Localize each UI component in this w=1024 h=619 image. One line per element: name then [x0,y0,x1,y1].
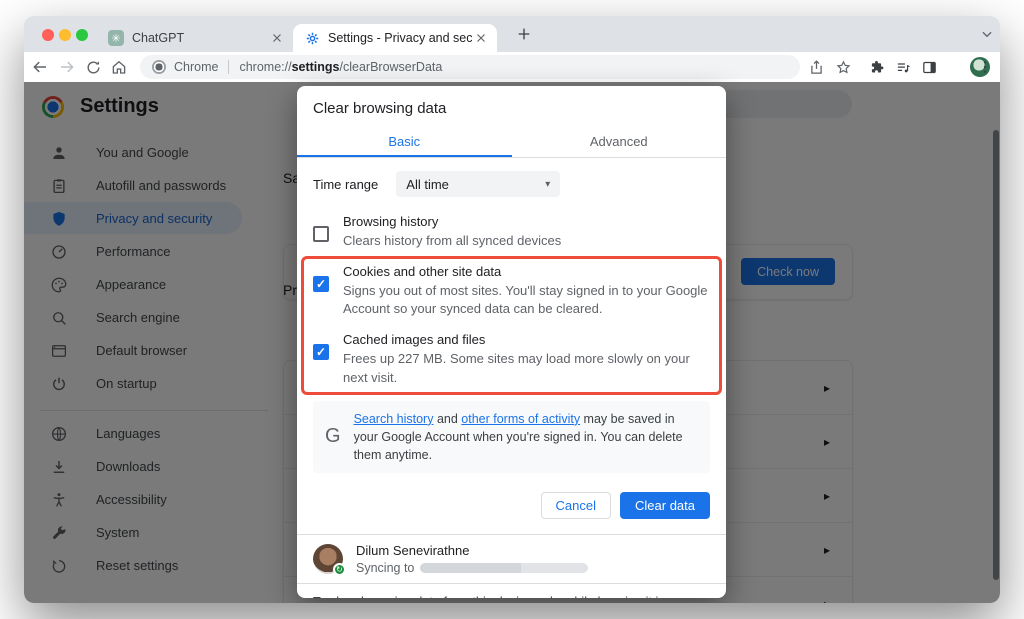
option-cached-images: ✓ Cached images and files Frees up 227 M… [313,331,710,388]
highlighted-options-group: ✓ Cookies and other site data Signs you … [313,263,710,388]
google-account-note: G Search history and other forms of acti… [313,401,710,473]
option-label: Browsing history [343,213,561,232]
share-icon[interactable] [807,58,825,76]
tab-basic[interactable]: Basic [297,126,512,157]
tab-title: Settings - Privacy and security [328,31,473,45]
desktop: ✳ ChatGPT Settings - Privacy and securit… [0,0,1024,619]
time-range-value: All time [406,177,449,192]
url-scheme: chrome:// [239,60,291,74]
option-cookies: ✓ Cookies and other site data Signs you … [313,263,710,320]
back-icon[interactable] [31,58,49,76]
browser-window: ✳ ChatGPT Settings - Privacy and securit… [24,16,1000,603]
browsing-history-checkbox[interactable] [313,226,329,242]
redacted-email [420,563,588,573]
time-range-label: Time range [313,177,378,192]
url-host: settings [292,60,340,74]
close-window-button[interactable] [42,29,54,41]
reload-icon[interactable] [84,58,102,76]
extensions-puzzle-icon[interactable] [867,58,885,76]
tab-title: ChatGPT [132,31,269,45]
user-avatar: ↻ [313,544,343,574]
dialog-tabs: Basic Advanced [297,126,726,158]
time-range-select[interactable]: All time ▾ [396,171,560,197]
option-description: Signs you out of most sites. You'll stay… [343,282,710,320]
zoom-window-button[interactable] [76,29,88,41]
note-text: Search history and other forms of activi… [354,410,698,464]
side-panel-icon[interactable] [920,58,938,76]
dialog-footer: To clear browsing data from this device … [297,584,726,598]
chatgpt-favicon-icon: ✳ [108,30,124,46]
note-fragment: and [433,412,461,426]
browser-toolbar: Chrome chrome://settings/clearBrowserDat… [24,52,1000,82]
sync-badge-icon: ↻ [333,563,346,576]
cancel-button[interactable]: Cancel [541,492,611,519]
footer-text: To clear browsing data from this device … [313,595,694,598]
caret-down-icon: ▾ [545,179,550,190]
bookmark-star-icon[interactable] [834,58,852,76]
option-description: Clears history from all synced devices [343,232,561,251]
media-controls-icon[interactable] [894,58,912,76]
settings-gear-favicon-icon [305,31,320,46]
search-history-link[interactable]: Search history [354,412,434,426]
option-browsing-history: Browsing history Clears history from all… [313,213,710,251]
cookies-checkbox[interactable]: ✓ [313,276,329,292]
tab-advanced[interactable]: Advanced [512,126,727,157]
tab-strip: ✳ ChatGPT Settings - Privacy and securit… [24,16,1000,52]
chrome-logo-icon [152,60,166,74]
forward-icon[interactable] [58,58,76,76]
close-tab-icon[interactable] [269,30,285,46]
cached-images-checkbox[interactable]: ✓ [313,344,329,360]
tab-search-chevron-icon[interactable] [980,27,994,41]
close-tab-icon[interactable] [473,30,489,46]
address-bar[interactable]: Chrome chrome://settings/clearBrowserDat… [140,55,800,79]
option-label: Cached images and files [343,331,710,350]
option-label: Cookies and other site data [343,263,710,282]
dialog-title: Clear browsing data [297,86,726,126]
tab-settings[interactable]: Settings - Privacy and security [293,24,497,52]
kebab-menu-icon[interactable] [976,58,994,76]
google-g-icon: G [325,425,341,448]
new-tab-button[interactable] [516,26,532,42]
site-label: Chrome [174,60,218,74]
tab-chatgpt[interactable]: ✳ ChatGPT [96,24,293,52]
sync-status-label: Syncing to [356,561,414,575]
option-description: Frees up 227 MB. Some sites may load mor… [343,350,710,388]
home-icon[interactable] [110,58,128,76]
other-forms-link[interactable]: other forms of activity [461,412,580,426]
clear-browsing-data-dialog: Clear browsing data Basic Advanced Time … [297,86,726,598]
account-name: Dilum Senevirathne [356,543,588,558]
url-path: /clearBrowserData [340,60,443,74]
divider [228,60,229,74]
clear-data-button[interactable]: Clear data [620,492,710,519]
minimize-window-button[interactable] [59,29,71,41]
account-row: ↻ Dilum Senevirathne Syncing to [297,535,726,583]
